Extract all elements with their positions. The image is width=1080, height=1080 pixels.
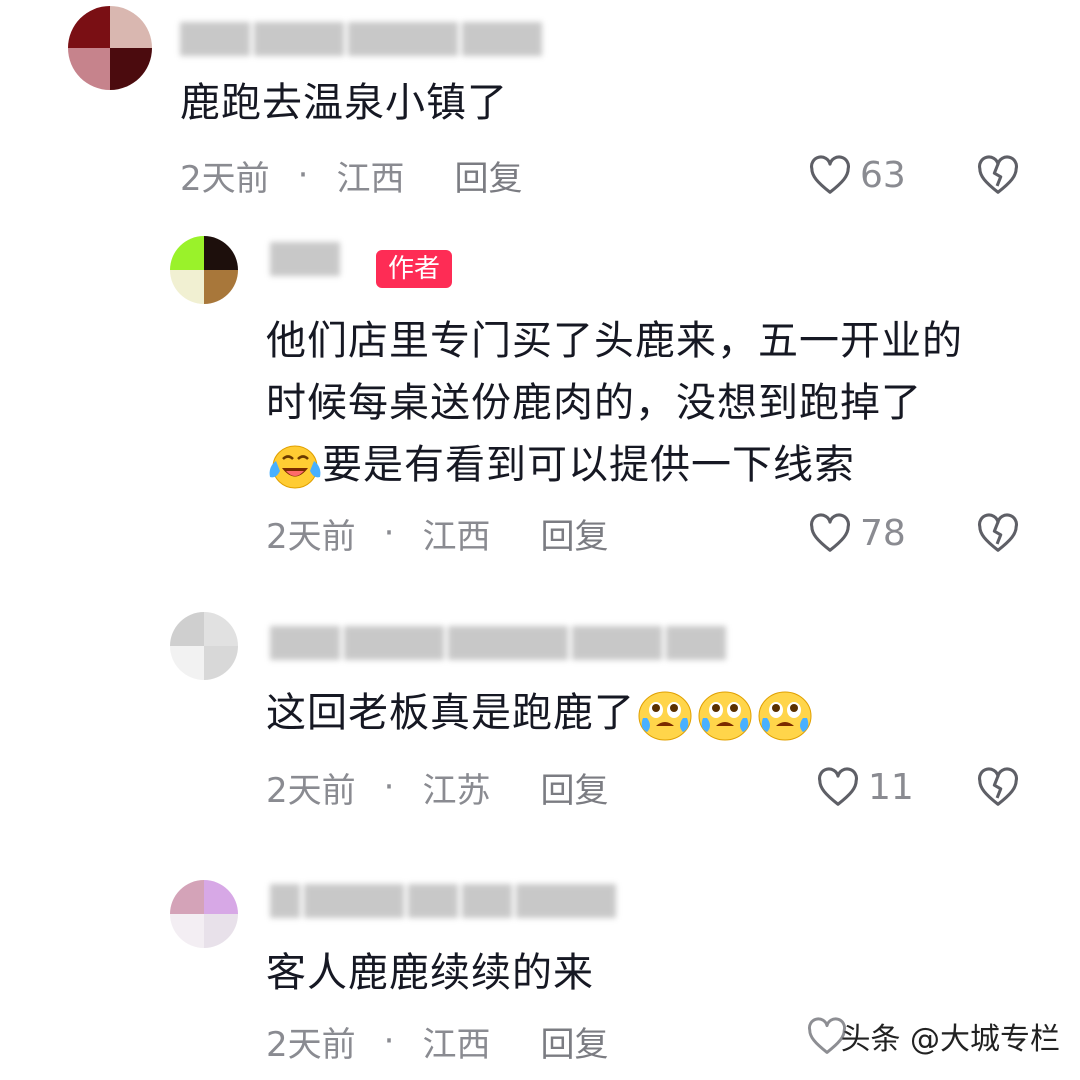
like-count: 63 [860, 154, 906, 196]
comment-meta: 2天前 · 江西 回复 [266, 508, 608, 558]
dislike-button[interactable] [976, 762, 1020, 812]
heart-icon [818, 767, 858, 806]
separator-dot: · [297, 155, 309, 195]
comment-location: 江西 [422, 1024, 491, 1065]
comment-meta: 2天前 · 江西 回复 [266, 1016, 608, 1066]
comment-3: 这回老板真是跑鹿了 2天前 · 江苏 回复 11 [0, 600, 1080, 840]
separator-dot: · [383, 1021, 395, 1061]
comment-text: 这回老板真是跑鹿了 [266, 682, 815, 744]
comment-text: 客人鹿鹿续续的来 [266, 950, 594, 996]
reply-button[interactable]: 回复 [540, 509, 608, 558]
broken-heart-icon [978, 513, 1018, 552]
watermark-text: 头条 @大城专栏 [840, 1022, 1060, 1057]
heart-icon [810, 155, 850, 194]
heart-icon [808, 1017, 847, 1054]
reply-button[interactable]: 回复 [454, 151, 522, 200]
comment-location: 江西 [336, 158, 405, 199]
comment-time: 2天前 [180, 158, 270, 199]
comment-time: 2天前 [266, 1024, 356, 1065]
comment-location: 江苏 [422, 770, 491, 811]
heart-icon [810, 513, 850, 552]
comment-1: 鹿跑去温泉小镇了 2天前 · 江西 回复 63 [0, 0, 1080, 230]
comment-meta: 2天前 · 江西 回复 [180, 150, 522, 200]
author-badge: 作者 [376, 250, 453, 288]
username[interactable] [270, 626, 726, 660]
separator-dot: · [383, 767, 395, 807]
comment-location: 江西 [422, 516, 491, 557]
comment-time: 2天前 [266, 770, 356, 811]
avatar[interactable] [170, 880, 238, 948]
like-count: 78 [860, 512, 906, 554]
dislike-button[interactable] [976, 150, 1020, 200]
laughing-tears-emoji [269, 445, 321, 489]
like-button[interactable]: 11 [816, 762, 914, 812]
comment-text-line: 要是有看到可以提供一下线索 [266, 434, 963, 496]
comment-text-part: 这回老板真是跑鹿了 [266, 690, 635, 736]
username[interactable] [270, 884, 616, 918]
comment-text-line: 他们店里专门买了头鹿来，五一开业的 [266, 318, 963, 364]
broken-heart-icon [978, 155, 1018, 194]
watermark: 头条 @大城专栏 [806, 1014, 1060, 1058]
comment-text: 他们店里专门买了头鹿来，五一开业的 时候每桌送份鹿肉的，没想到跑掉了 要是有看到… [266, 310, 963, 496]
comment-2: 作者 他们店里专门买了头鹿来，五一开业的 时候每桌送份鹿肉的，没想到跑掉了 要是… [0, 230, 1080, 570]
like-button[interactable]: 78 [808, 508, 906, 558]
username[interactable] [180, 22, 542, 56]
comment-text-line: 时候每桌送份鹿肉的，没想到跑掉了 [266, 380, 922, 426]
reply-button[interactable]: 回复 [540, 763, 608, 812]
username[interactable] [270, 242, 340, 276]
crying-emoji [638, 691, 812, 741]
avatar[interactable] [170, 612, 238, 680]
separator-dot: · [383, 513, 395, 553]
like-button[interactable]: 63 [808, 150, 906, 200]
broken-heart-icon [978, 767, 1018, 806]
like-count: 11 [868, 766, 914, 808]
reply-button[interactable]: 回复 [540, 1017, 608, 1066]
comment-text-part: 要是有看到可以提供一下线索 [322, 442, 855, 488]
comment-text: 鹿跑去温泉小镇了 [180, 80, 508, 126]
comment-meta: 2天前 · 江苏 回复 [266, 762, 608, 812]
avatar[interactable] [68, 6, 152, 90]
dislike-button[interactable] [976, 508, 1020, 558]
comment-time: 2天前 [266, 516, 356, 557]
avatar[interactable] [170, 236, 238, 304]
